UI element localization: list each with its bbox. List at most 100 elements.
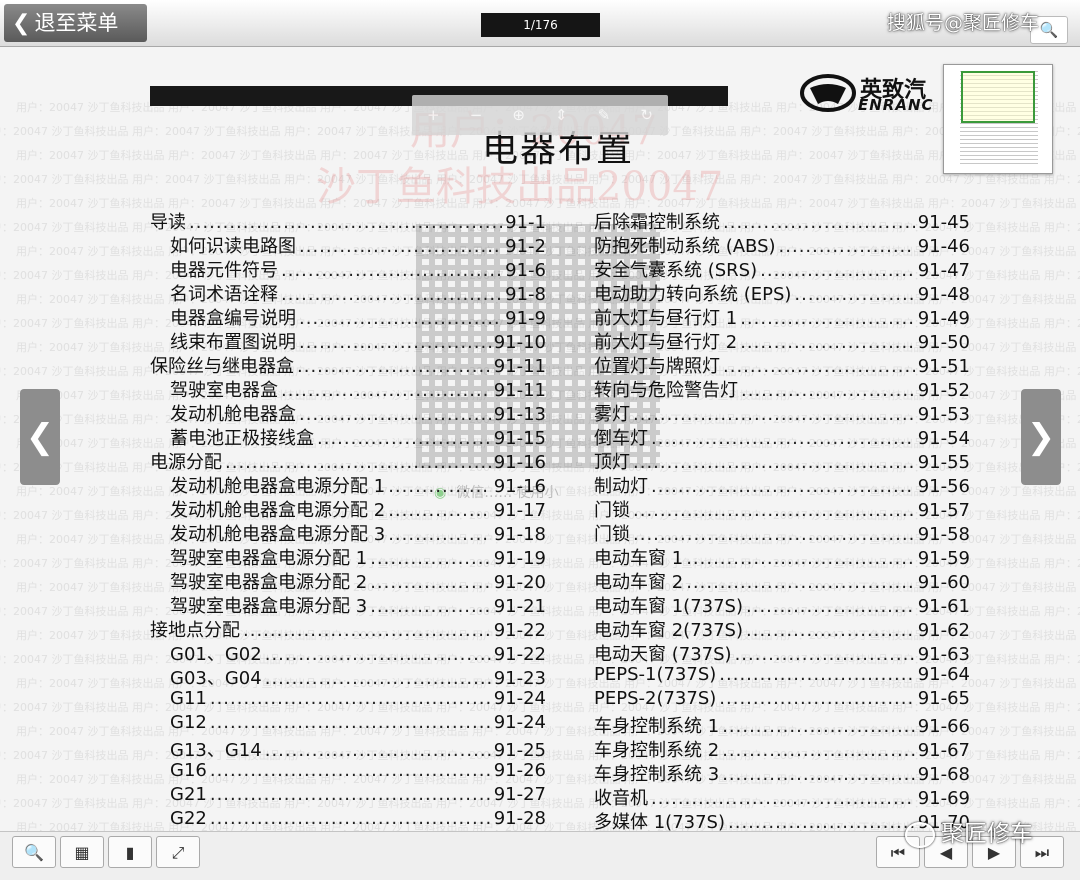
toc-entry-page-number: 91-50 xyxy=(917,332,970,353)
toc-entry[interactable]: 电动车窗 1(737S) 91-61 xyxy=(594,592,970,617)
toc-entry-label: 电动车窗 2(737S) xyxy=(594,620,744,641)
toc-entry[interactable]: 门锁 91-58 xyxy=(594,520,970,545)
toc-entry[interactable]: 电器盒编号说明 91-9 xyxy=(150,304,546,329)
fullscreen-button[interactable]: ⤢ xyxy=(156,836,200,868)
toc-entry[interactable]: 电源分配 91-16 xyxy=(150,448,546,473)
toc-entry[interactable]: 发动机舱电器盒电源分配 2 91-17 xyxy=(150,496,546,521)
toc-entry-page-number: 91-17 xyxy=(493,500,546,521)
toc-entry-page-number: 91-2 xyxy=(505,236,546,257)
toc-entry[interactable]: 发动机舱电器盒电源分配 3 91-18 xyxy=(150,520,546,545)
toc-entry[interactable]: 位置灯与牌照灯 91-51 xyxy=(594,352,970,377)
toc-entry[interactable]: PEPS-1(737S) 91-64 xyxy=(594,664,970,688)
toc-entry-label: G16 xyxy=(170,760,207,781)
toc-entry[interactable]: 电动天窗 (737S) 91-63 xyxy=(594,640,970,665)
toc-entry[interactable]: 发动机舱电器盒电源分配 1 91-16 xyxy=(150,472,546,497)
toc-entry[interactable]: 保险丝与继电器盒 91-11 xyxy=(150,352,546,377)
toc-entry[interactable]: 电动车窗 2 91-60 xyxy=(594,568,970,593)
toc-entry-label: 驾驶室电器盒 xyxy=(170,380,278,401)
toc-entry[interactable]: 蓄电池正极接线盒 91-15 xyxy=(150,424,546,449)
grid-icon: ▦ xyxy=(74,843,90,862)
toc-leader-dots xyxy=(299,308,502,329)
toc-entry-label: G03、G04 xyxy=(170,668,262,689)
toc-leader-dots xyxy=(719,664,914,685)
toc-entry[interactable]: 电动车窗 1 91-59 xyxy=(594,544,970,569)
zoom-button[interactable]: 🔍 xyxy=(12,836,56,868)
ghost-tool-icon: ↻ xyxy=(640,106,653,124)
toc-entry[interactable]: 制动灯 91-56 xyxy=(594,472,970,497)
toc-entry[interactable]: 驾驶室电器盒电源分配 3 91-21 xyxy=(150,592,546,617)
toc-entry[interactable]: 电器元件符号 91-6 xyxy=(150,256,546,281)
toc-entry-page-number: 91-28 xyxy=(493,808,546,829)
toc-entry[interactable]: 雾灯 91-53 xyxy=(594,400,970,425)
toc-entry[interactable]: G21 91-27 xyxy=(150,784,546,808)
toc-leader-dots xyxy=(686,548,915,569)
toc-entry-label: G12 xyxy=(170,712,207,733)
toc-entry[interactable]: 安全气囊系统 (SRS) 91-47 xyxy=(594,256,970,281)
toc-entry[interactable]: 驾驶室电器盒 91-11 xyxy=(150,376,546,401)
toc-leader-dots xyxy=(210,808,491,829)
toc-entry-label: 发动机舱电器盒电源分配 3 xyxy=(170,524,386,545)
toc-entry-label: 后除霜控制系统 xyxy=(594,212,720,233)
toc-entry-page-number: 91-16 xyxy=(493,476,546,497)
toc-entry[interactable]: 转向与危险警告灯 91-52 xyxy=(594,376,970,401)
toc-entry[interactable]: 防抱死制动系统 (ABS) 91-46 xyxy=(594,232,970,257)
toc-entry[interactable]: 电动车窗 2(737S) 91-62 xyxy=(594,616,970,641)
toc-entry[interactable]: 收音机 91-69 xyxy=(594,784,970,809)
toc-entry[interactable]: G01、G02 91-22 xyxy=(150,640,546,665)
toc-entry[interactable]: 如何识读电路图 91-2 xyxy=(150,232,546,257)
toc-entry-page-number: 91-19 xyxy=(493,548,546,569)
toc-leader-dots xyxy=(388,476,491,497)
toc-entry[interactable]: 门锁 91-57 xyxy=(594,496,970,521)
toc-entry[interactable]: G16 91-26 xyxy=(150,760,546,784)
toc-entry[interactable]: G11 91-24 xyxy=(150,688,546,712)
toc-entry-label: 电动车窗 2 xyxy=(594,572,684,593)
thumbnails-button[interactable]: ▦ xyxy=(60,836,104,868)
toc-entry-label: 转向与危险警告灯 xyxy=(594,380,738,401)
page-thumbnail-navigator[interactable] xyxy=(943,64,1053,174)
ghost-tool-icon: ⇕ xyxy=(555,106,568,124)
toc-entry-label: 发动机舱电器盒 xyxy=(170,404,296,425)
toc-entry-page-number: 91-22 xyxy=(493,644,546,665)
toc-entry[interactable]: 顶灯 91-55 xyxy=(594,448,970,473)
bookmarks-button[interactable]: ▮ xyxy=(108,836,152,868)
ghost-tool-icon: − xyxy=(469,106,483,124)
toc-entry[interactable]: 车身控制系统 2 91-67 xyxy=(594,736,970,761)
toc-entry[interactable]: 倒车灯 91-54 xyxy=(594,424,970,449)
toc-entry[interactable]: PEPS-2(737S) 91-65 xyxy=(594,688,970,712)
toc-entry[interactable]: 后除霜控制系统 91-45 xyxy=(594,208,970,233)
previous-page-button[interactable]: ❮ xyxy=(20,389,60,485)
toc-entry[interactable]: 发动机舱电器盒 91-13 xyxy=(150,400,546,425)
toc-entry-page-number: 91-65 xyxy=(917,688,970,709)
toc-leader-dots xyxy=(299,404,491,425)
toc-entry[interactable]: 车身控制系统 1 91-66 xyxy=(594,712,970,737)
toc-entry[interactable]: G22 91-28 xyxy=(150,808,546,831)
toc-entry[interactable]: 驾驶室电器盒电源分配 2 91-20 xyxy=(150,568,546,593)
back-to-menu-button[interactable]: ❮ 退至菜单 xyxy=(4,4,147,42)
toc-entry[interactable]: 驾驶室电器盒电源分配 1 91-19 xyxy=(150,544,546,569)
ghost-tool-icon: + xyxy=(427,106,440,124)
toc-entry[interactable]: 电动助力转向系统 (EPS) 91-48 xyxy=(594,280,970,305)
toc-entry[interactable]: 线束布置图说明 91-10 xyxy=(150,328,546,353)
toc-entry-page-number: 91-45 xyxy=(917,212,970,233)
toc-entry[interactable]: 前大灯与昼行灯 1 91-49 xyxy=(594,304,970,329)
toc-entry[interactable]: 导读 91-1 xyxy=(150,208,546,233)
chevron-left-icon: ❮ xyxy=(25,417,55,457)
toc-entry-label: 电器元件符号 xyxy=(170,260,278,281)
toc-entry[interactable]: 名词术语诠释 91-8 xyxy=(150,280,546,305)
next-page-button[interactable]: ❯ xyxy=(1021,389,1061,485)
toc-entry[interactable]: G12 91-24 xyxy=(150,712,546,736)
toc-entry[interactable]: 前大灯与昼行灯 2 91-50 xyxy=(594,328,970,353)
toc-entry[interactable]: G03、G04 91-23 xyxy=(150,664,546,689)
toc-entry-page-number: 91-1 xyxy=(505,212,546,233)
toc-entry[interactable]: G13、G14 91-25 xyxy=(150,736,546,761)
toc-leader-dots xyxy=(740,308,915,329)
brand-logo: 英致汽 ENRANC xyxy=(800,72,945,114)
toc-entry-label: 电动助力转向系统 (EPS) xyxy=(594,284,792,305)
chevron-right-icon: ❯ xyxy=(1026,417,1056,457)
toc-entry-label: 安全气囊系统 (SRS) xyxy=(594,260,758,281)
toc-entry[interactable]: 车身控制系统 3 91-68 xyxy=(594,760,970,785)
toc-entry[interactable]: 接地点分配 91-22 xyxy=(150,616,546,641)
thumbnail-viewport[interactable] xyxy=(961,71,1035,123)
toc-entry-label: G11 xyxy=(170,688,207,709)
toc-entry-page-number: 91-47 xyxy=(917,260,970,281)
